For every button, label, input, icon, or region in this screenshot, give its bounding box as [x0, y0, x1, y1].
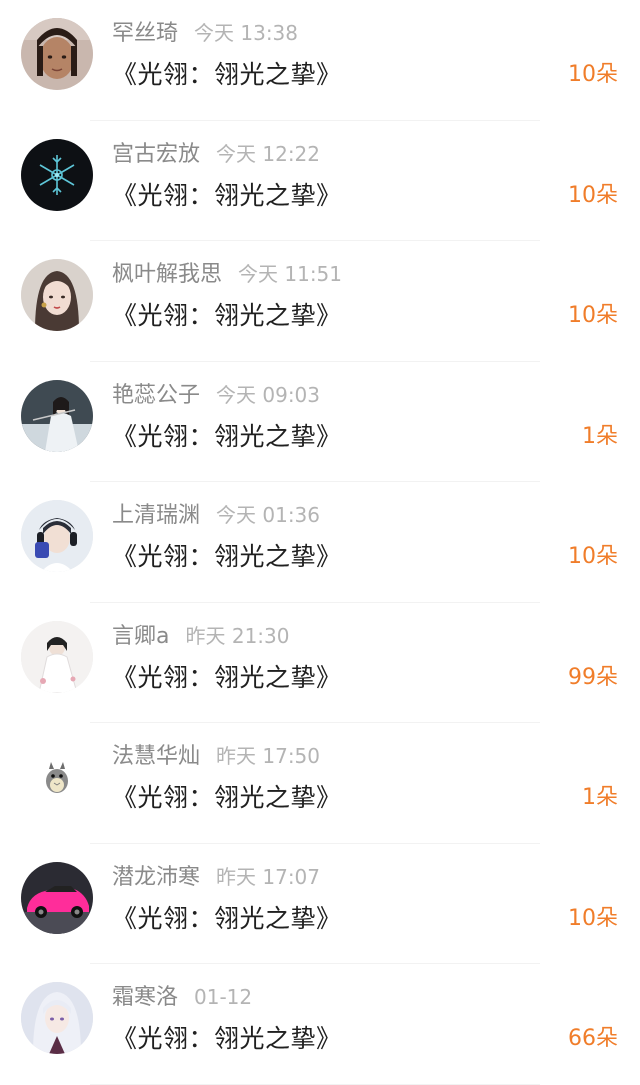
user-name[interactable]: 罕丝琦	[112, 21, 178, 46]
boy-headphones-avatar[interactable]	[21, 500, 93, 572]
user-name[interactable]: 艳蕊公子	[112, 383, 200, 408]
timestamp: 01-12	[194, 985, 253, 1009]
divider	[90, 1083, 540, 1085]
user-name[interactable]: 宫古宏放	[112, 142, 200, 167]
flower-count: 10朵	[568, 544, 618, 569]
item-title[interactable]: 《光翎：翎光之挚》	[112, 902, 342, 936]
flower-count: 66朵	[568, 1026, 618, 1051]
silver-hair-girl-avatar[interactable]	[21, 982, 93, 1054]
list-item[interactable]: 霜寒洛 01-12 《光翎：翎光之挚》 66朵	[0, 964, 640, 1085]
flower-count: 1朵	[582, 785, 618, 810]
user-name[interactable]: 法慧华灿	[112, 744, 200, 769]
flower-count: 10朵	[568, 62, 618, 87]
timestamp: 今天 11:51	[238, 262, 343, 286]
user-name[interactable]: 潜龙沛寒	[112, 865, 200, 890]
name-line: 潜龙沛寒 昨天 17:07	[112, 862, 320, 893]
totoro-avatar[interactable]	[21, 741, 93, 813]
girl-selfie-avatar[interactable]	[21, 18, 93, 90]
white-robed-figure-avatar[interactable]	[21, 620, 93, 693]
item-title[interactable]: 《光翎：翎光之挚》	[112, 299, 342, 333]
list-item[interactable]: 言卿a 昨天 21:30 《光翎：翎光之挚》 99朵	[0, 603, 640, 723]
item-title[interactable]: 《光翎：翎光之挚》	[112, 58, 342, 92]
flower-count: 10朵	[568, 905, 618, 931]
timestamp: 今天 13:38	[194, 21, 299, 45]
illustrated-girl-avatar[interactable]	[21, 259, 93, 331]
ancient-swordsman-avatar[interactable]	[21, 379, 93, 452]
item-title[interactable]: 《光翎：翎光之挚》	[112, 661, 342, 695]
list-item[interactable]: 法慧华灿 昨天 17:50 《光翎：翎光之挚》 1朵	[0, 723, 640, 844]
name-line: 法慧华灿 昨天 17:50	[112, 741, 320, 772]
name-line: 霜寒洛 01-12	[112, 982, 252, 1013]
timestamp: 昨天 17:50	[216, 744, 321, 768]
list-item[interactable]: 潜龙沛寒 昨天 17:07 《光翎：翎光之挚》 10朵	[0, 844, 640, 964]
user-name[interactable]: 上清瑞渊	[112, 503, 200, 528]
item-title[interactable]: 《光翎：翎光之挚》	[112, 1022, 342, 1056]
item-title[interactable]: 《光翎：翎光之挚》	[112, 781, 342, 815]
timestamp: 今天 12:22	[216, 141, 321, 166]
item-title[interactable]: 《光翎：翎光之挚》	[112, 420, 342, 454]
gift-record-list: 罕丝琦 今天 13:38 《光翎：翎光之挚》 10朵 宫古宏放 今天 12:22…	[0, 0, 640, 1085]
flower-count: 1朵	[582, 423, 618, 449]
name-line: 枫叶解我思 今天 11:51	[112, 259, 342, 290]
item-title[interactable]: 《光翎：翎光之挚》	[112, 540, 342, 574]
flower-count: 99朵	[568, 664, 618, 690]
timestamp: 今天 01:36	[216, 503, 321, 527]
user-name[interactable]: 言卿a	[112, 624, 169, 649]
timestamp: 今天 09:03	[216, 382, 321, 407]
list-item[interactable]: 上清瑞渊 今天 01:36 《光翎：翎光之挚》 10朵	[0, 482, 640, 603]
snowflake-dark-avatar[interactable]	[21, 138, 93, 211]
list-item[interactable]: 宫古宏放 今天 12:22 《光翎：翎光之挚》 10朵	[0, 121, 640, 241]
name-line: 宫古宏放 今天 12:22	[112, 139, 320, 170]
list-item[interactable]: 艳蕊公子 今天 09:03 《光翎：翎光之挚》 1朵	[0, 362, 640, 482]
user-name[interactable]: 霜寒洛	[112, 985, 178, 1010]
flower-count: 10朵	[568, 303, 618, 328]
item-title[interactable]: 《光翎：翎光之挚》	[112, 179, 342, 213]
name-line: 艳蕊公子 今天 09:03	[112, 380, 320, 411]
user-name[interactable]: 枫叶解我思	[112, 262, 222, 287]
flower-count: 10朵	[568, 182, 618, 208]
timestamp: 昨天 21:30	[185, 623, 290, 648]
list-item[interactable]: 罕丝琦 今天 13:38 《光翎：翎光之挚》 10朵	[0, 0, 640, 121]
list-item[interactable]: 枫叶解我思 今天 11:51 《光翎：翎光之挚》 10朵	[0, 241, 640, 362]
name-line: 上清瑞渊 今天 01:36	[112, 500, 320, 531]
name-line: 罕丝琦 今天 13:38	[112, 18, 298, 49]
pink-sports-car-avatar[interactable]	[21, 861, 93, 934]
name-line: 言卿a 昨天 21:30	[112, 621, 289, 652]
timestamp: 昨天 17:07	[216, 864, 321, 889]
